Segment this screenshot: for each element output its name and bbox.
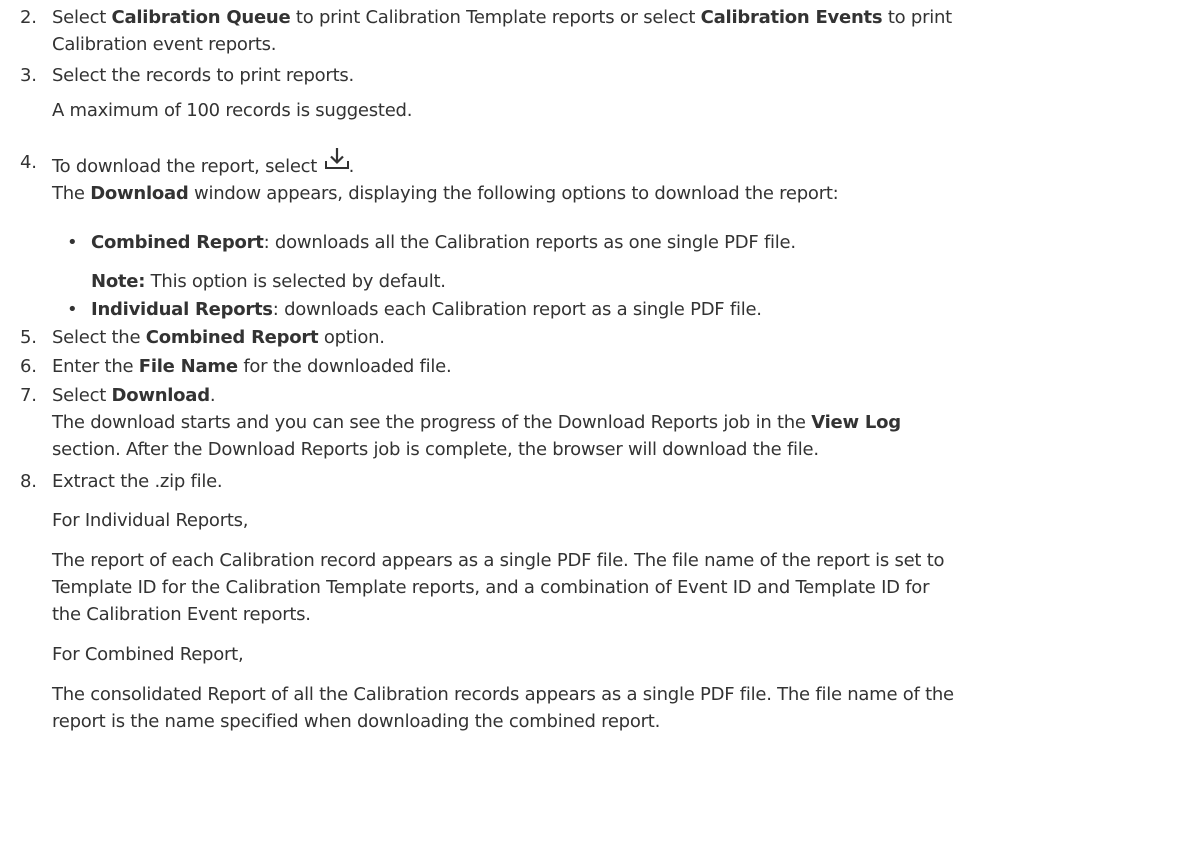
step-body: Select the Combined Report option. [52, 324, 1174, 351]
step-body: Enter the File Name for the downloaded f… [52, 353, 1174, 380]
step-number: 7. [20, 385, 37, 406]
step-number: 8. [20, 471, 37, 492]
step-number: 5. [20, 327, 37, 348]
step-body: To download the report, select . The Dow… [52, 148, 1174, 207]
step-body: Select Download. The download starts and… [52, 382, 1174, 463]
step-result: The Download window appears, displaying … [52, 183, 839, 204]
step-result: The download starts and you can see the … [52, 412, 901, 433]
step-text: Select the Combined Report option. [52, 327, 385, 348]
step-body: Extract the .zip file. For Individual Re… [52, 468, 1174, 735]
ui-term: Download [111, 385, 211, 406]
step-text: To download the report, select . [52, 148, 1174, 180]
document-page: 2. Select Calibration Queue to print Cal… [0, 0, 1187, 850]
step-number: 3. [20, 65, 37, 86]
paragraph-combined: The consolidated Report of all the Calib… [52, 684, 954, 732]
paragraph-individual-heading: For Individual Reports, [52, 510, 249, 531]
step-body: Select the records to print reports. A m… [52, 62, 1174, 124]
bullet-text: Combined Report: downloads all the Calib… [91, 232, 796, 253]
step-text: Select Download. [52, 385, 216, 406]
ui-term: Calibration Queue [111, 7, 291, 28]
step-number: 6. [20, 356, 37, 377]
bullet-text: Individual Reports: downloads each Calib… [91, 299, 762, 320]
note-label: Note: [91, 271, 146, 292]
step-text: Enter the File Name for the downloaded f… [52, 356, 452, 377]
ui-term: Individual Reports [91, 299, 273, 320]
step-number: 2. [20, 7, 37, 28]
ui-term: Combined Report [145, 327, 319, 348]
bullet-icon: • [67, 232, 78, 253]
ui-term: File Name [138, 356, 238, 377]
step-note: A maximum of 100 records is suggested. [52, 100, 413, 121]
step-body: Select Calibration Queue to print Calibr… [52, 4, 1174, 58]
ui-term: Download [90, 183, 189, 204]
step-text: Select the records to print reports. [52, 65, 354, 86]
ui-term: Calibration Events [700, 7, 883, 28]
step-text: Select Calibration Queue to print Calibr… [52, 7, 952, 28]
bullet-icon: • [67, 299, 78, 320]
step-text-continued: Calibration event reports. [52, 34, 277, 55]
paragraph-combined-heading: For Combined Report, [52, 644, 244, 665]
ui-term: View Log [811, 412, 901, 433]
step-text: Extract the .zip file. [52, 471, 223, 492]
step-result-continued: section. After the Download Reports job … [52, 439, 819, 460]
bullet-note: Note: This option is selected by default… [91, 271, 446, 292]
paragraph-individual: The report of each Calibration record ap… [52, 550, 945, 625]
ui-term: Combined Report [91, 232, 264, 253]
download-icon [323, 148, 349, 175]
step-number: 4. [20, 152, 37, 173]
